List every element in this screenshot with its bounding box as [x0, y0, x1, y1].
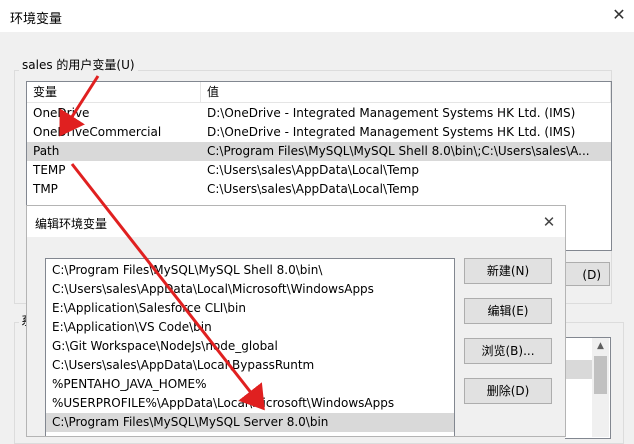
- var-value: C:\Program Files\MySQL\MySQL Shell 8.0\b…: [207, 144, 590, 158]
- outer-dialog-title: 环境变量: [10, 12, 63, 27]
- inner-title-bar: [27, 206, 565, 237]
- browse-button[interactable]: 浏览(B)...: [464, 338, 552, 364]
- var-value: C:\Users\sales\AppData\Local\Temp: [207, 163, 419, 177]
- path-entries-list[interactable]: C:\Program Files\MySQL\MySQL Shell 8.0\b…: [45, 258, 455, 436]
- outer-title-bar: [0, 0, 634, 32]
- inner-dialog-title: 编辑环境变量: [35, 217, 108, 231]
- edit-button[interactable]: 编辑(E): [464, 298, 552, 324]
- delete-user-var-button[interactable]: (D): [560, 262, 610, 286]
- var-value: D:\OneDrive - Integrated Management Syst…: [207, 106, 576, 120]
- user-vars-group-label: sales 的用户变量(U): [19, 56, 138, 73]
- var-name: TMP: [33, 182, 58, 196]
- table-row-selected[interactable]: [565, 360, 593, 379]
- list-item[interactable]: C:\Users\sales\AppData\Local\Microsoft\W…: [46, 280, 454, 299]
- close-icon[interactable]: ✕: [539, 212, 559, 232]
- list-item[interactable]: E:\Application\VS Code\bin: [46, 318, 454, 337]
- var-value: D:\OneDrive - Integrated Management Syst…: [207, 125, 576, 139]
- edit-env-dialog: 编辑环境变量 ✕ C:\Program Files\MySQL\MySQL Sh…: [26, 205, 566, 437]
- column-header-value[interactable]: 值: [201, 82, 611, 103]
- var-name: OneDriveCommercial: [33, 125, 162, 139]
- new-button[interactable]: 新建(N): [464, 258, 552, 284]
- table-row[interactable]: TEMP C:\Users\sales\AppData\Local\Temp: [27, 161, 611, 180]
- var-name: Path: [33, 144, 60, 158]
- var-value: C:\Users\sales\AppData\Local\Temp: [207, 182, 419, 196]
- var-name: TEMP: [33, 163, 66, 177]
- chevron-up-icon[interactable]: ▲: [592, 338, 609, 355]
- table-row-selected[interactable]: Path C:\Program Files\MySQL\MySQL Shell …: [27, 142, 611, 161]
- column-header-name[interactable]: 变量: [27, 82, 201, 103]
- table-row[interactable]: OneDrive D:\OneDrive - Integrated Manage…: [27, 104, 611, 123]
- list-item-selected[interactable]: C:\Program Files\MySQL\MySQL Server 8.0\…: [46, 413, 454, 432]
- list-item[interactable]: G:\Git Workspace\NodeJs\node_global: [46, 337, 454, 356]
- scrollbar-thumb[interactable]: [594, 356, 607, 394]
- var-name: OneDrive: [33, 106, 90, 120]
- table-row[interactable]: TMP C:\Users\sales\AppData\Local\Temp: [27, 180, 611, 199]
- table-row[interactable]: OneDriveCommercial D:\OneDrive - Integra…: [27, 123, 611, 142]
- list-item[interactable]: %PENTAHO_JAVA_HOME%: [46, 375, 454, 394]
- list-item[interactable]: C:\Program Files\MySQL\MySQL Shell 8.0\b…: [46, 261, 454, 280]
- delete-button[interactable]: 删除(D): [464, 378, 552, 404]
- close-icon[interactable]: ✕: [609, 5, 629, 25]
- list-item[interactable]: %USERPROFILE%\AppData\Local\Microsoft\Wi…: [46, 394, 454, 413]
- list-item[interactable]: E:\Application\Salesforce CLI\bin: [46, 299, 454, 318]
- list-item[interactable]: C:\Users\sales\AppData\Local\BypassRuntm: [46, 356, 454, 375]
